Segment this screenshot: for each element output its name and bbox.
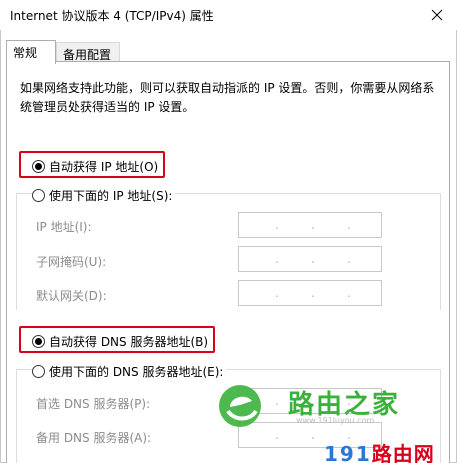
subnet-mask-label: 子网掩码(U):: [36, 255, 107, 269]
ip-address-input[interactable]: ...: [238, 212, 382, 238]
radio-manual-dns-label: 使用下面的 DNS 服务器地址(E):: [49, 365, 224, 379]
radio-auto-ip-label: 自动获得 IP 地址(O): [49, 160, 159, 174]
subnet-mask-input[interactable]: ...: [238, 246, 382, 272]
watermark-brand-text: 路由网: [371, 442, 435, 463]
watermark-brand: 191路由网: [324, 438, 435, 463]
description-text: 如果网络支持此功能，则可以获取自动指派的 IP 设置。否则，你需要从网络系统管理…: [20, 81, 435, 114]
close-button[interactable]: [417, 0, 457, 30]
window-title: Internet 协议版本 4 (TCP/IPv4) 属性: [10, 9, 214, 23]
watermark-logo-icon: [219, 385, 261, 427]
radio-auto-dns[interactable]: 自动获得 DNS 服务器地址(B): [32, 333, 208, 350]
watermark-site-url: www.191luyou.com: [296, 416, 375, 425]
radio-auto-ip-indicator: [32, 160, 45, 173]
close-icon: [431, 9, 443, 21]
title-bar: Internet 协议版本 4 (TCP/IPv4) 属性: [0, 0, 457, 30]
radio-auto-ip[interactable]: 自动获得 IP 地址(O): [32, 158, 158, 175]
radio-manual-ip-indicator: [32, 189, 45, 202]
watermark-brand-number: 191: [324, 442, 372, 463]
ip-address-label: IP 地址(I):: [36, 220, 92, 234]
preferred-dns-label: 首选 DNS 服务器(P):: [36, 397, 151, 411]
radio-auto-dns-indicator: [32, 335, 45, 348]
radio-manual-dns[interactable]: 使用下面的 DNS 服务器地址(E):: [32, 363, 227, 380]
radio-manual-ip[interactable]: 使用下面的 IP 地址(S):: [32, 187, 176, 204]
radio-auto-dns-label: 自动获得 DNS 服务器地址(B): [49, 335, 209, 349]
default-gateway-label: 默认网关(D):: [36, 289, 107, 303]
alternate-dns-label: 备用 DNS 服务器(A):: [36, 431, 152, 445]
tab-general[interactable]: 常规: [6, 40, 56, 64]
tab-alternate-config[interactable]: 备用配置: [56, 42, 120, 62]
default-gateway-input[interactable]: ...: [238, 280, 382, 306]
radio-manual-ip-label: 使用下面的 IP 地址(S):: [49, 189, 173, 203]
radio-manual-dns-indicator: [32, 365, 45, 378]
